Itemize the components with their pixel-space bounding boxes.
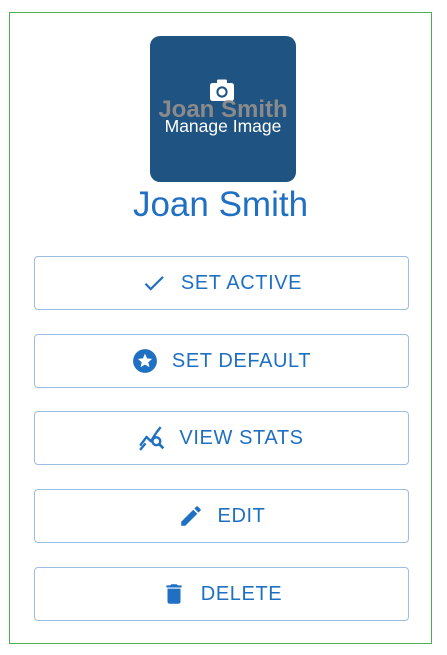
delete-label: DELETE xyxy=(200,582,283,605)
star-circle-icon xyxy=(132,348,158,374)
profile-name: Joan Smith xyxy=(132,185,309,224)
check-icon xyxy=(141,270,167,296)
stats-search-icon xyxy=(139,425,165,451)
trash-icon xyxy=(161,581,187,607)
set-active-button[interactable]: SET ACTIVE xyxy=(34,256,409,310)
set-default-button[interactable]: SET DEFAULT xyxy=(34,334,409,388)
view-stats-label: VIEW STATS xyxy=(179,426,304,449)
set-active-label: SET ACTIVE xyxy=(180,271,303,294)
delete-button[interactable]: DELETE xyxy=(34,567,409,621)
manage-image-button[interactable]: Joan Smith Manage Image xyxy=(150,36,296,182)
manage-image-label: Manage Image xyxy=(164,116,282,136)
profile-card: Joan Smith Manage Image Joan Smith SET A… xyxy=(9,12,432,644)
set-default-label: SET DEFAULT xyxy=(171,349,312,372)
pencil-icon xyxy=(178,503,204,529)
edit-button[interactable]: EDIT xyxy=(34,489,409,543)
view-stats-button[interactable]: VIEW STATS xyxy=(34,411,409,465)
edit-label: EDIT xyxy=(217,504,266,527)
